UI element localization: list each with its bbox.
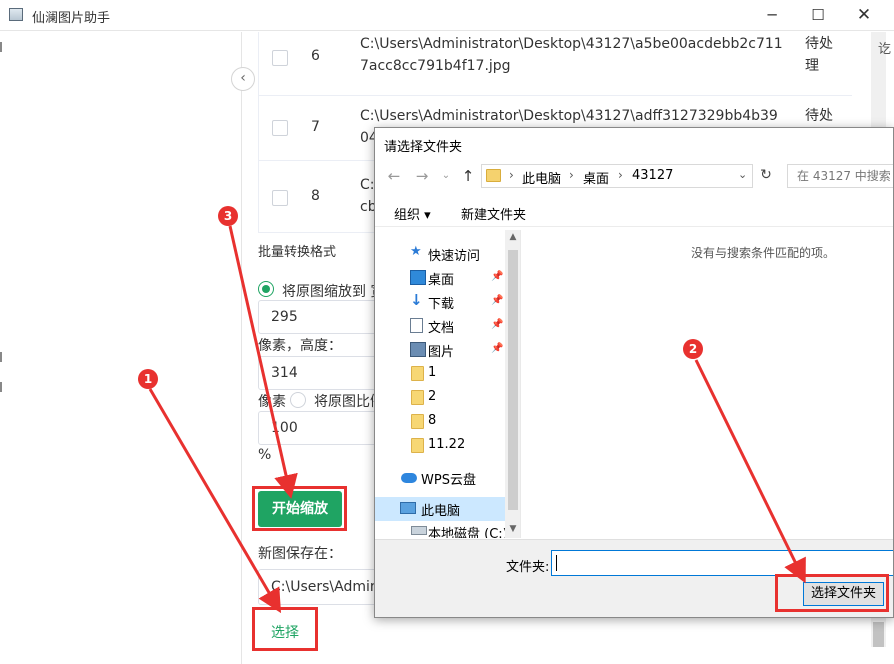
- table-row: 6 C:\Users\Administrator\Desktop\43127\a…: [259, 32, 852, 96]
- row-checkbox[interactable]: [272, 120, 288, 136]
- scroll-down-icon[interactable]: ▼: [505, 524, 520, 534]
- organize-button[interactable]: 组织 ▾: [394, 204, 431, 223]
- row-index: 7: [311, 119, 320, 135]
- pixel-label: 像素: [258, 394, 286, 410]
- nav-item-documents[interactable]: 文档 📌: [375, 314, 505, 338]
- maximize-button[interactable]: ☐: [795, 0, 841, 31]
- row-status: 待处理: [805, 36, 833, 74]
- save-to-label: 新图保存在：: [258, 546, 342, 562]
- minimize-button[interactable]: ─: [749, 0, 795, 31]
- text-caret: [556, 555, 557, 571]
- star-icon: ★: [410, 244, 422, 259]
- forward-arrow-icon[interactable]: →: [413, 166, 431, 186]
- main-scrollbar-thumb[interactable]: [873, 622, 884, 647]
- nav-item-folder-11-22[interactable]: 11.22: [375, 434, 505, 458]
- back-arrow-icon[interactable]: ←: [385, 166, 403, 186]
- pin-icon: 📌: [491, 343, 504, 354]
- folder-icon: [411, 414, 424, 429]
- breadcrumb-43127[interactable]: 43127: [632, 168, 673, 183]
- breadcrumb-separator: ›: [618, 168, 623, 182]
- search-input[interactable]: 在 43127 中搜索: [787, 164, 893, 188]
- nav-pane-scrollbar-thumb[interactable]: [508, 250, 518, 510]
- cloud-icon: [401, 473, 417, 483]
- pin-icon: 📌: [491, 271, 504, 282]
- breadcrumb-this-pc[interactable]: 此电脑: [522, 168, 561, 187]
- annotation-badge-2: 2: [683, 339, 703, 359]
- dialog-title: 请选择文件夹: [384, 140, 463, 155]
- left-panel: [0, 32, 242, 664]
- nav-item-folder-1[interactable]: 1: [375, 362, 505, 386]
- pin-icon: 📌: [491, 295, 504, 306]
- address-bar[interactable]: › 此电脑 › 桌面 › 43127 ⌄: [481, 164, 753, 188]
- nav-item-folder-2[interactable]: 2: [375, 386, 505, 410]
- select-folder-dialog: 请选择文件夹 ← → ⌄ ↑ › 此电脑 › 桌面 › 43127 ⌄ ↻ 在 …: [374, 127, 894, 618]
- left-edge-mark: [0, 382, 2, 392]
- row-checkbox[interactable]: [272, 190, 288, 206]
- folder-icon: [411, 390, 424, 405]
- computer-icon: [400, 502, 416, 514]
- folder-icon: [411, 438, 424, 453]
- height-input[interactable]: 314: [258, 356, 378, 390]
- highlight-start-button: [252, 486, 347, 531]
- document-icon: [410, 318, 423, 333]
- collapse-sidebar-button[interactable]: ‹: [231, 67, 255, 91]
- desktop-icon: [410, 270, 426, 285]
- navigation-pane: ★ 快速访问 桌面 📌 ↓ 下载 📌 文档 📌 图片 📌 1 2 8 11.22…: [375, 230, 521, 538]
- picture-icon: [410, 342, 426, 357]
- left-edge-mark: [0, 42, 2, 52]
- folder-field-label: 文件夹:: [506, 560, 550, 575]
- nav-pane-scrollbar[interactable]: ▲ ▼: [505, 230, 520, 538]
- close-button[interactable]: ✕: [841, 0, 887, 31]
- download-icon: ↓: [410, 291, 423, 309]
- breadcrumb-separator: ›: [569, 168, 574, 182]
- highlight-select-folder-button: [775, 574, 889, 612]
- scale-by-ratio-radio[interactable]: [290, 392, 306, 408]
- left-edge-mark: [0, 352, 2, 362]
- window-title: 仙澜图片助手: [32, 11, 111, 26]
- nav-item-desktop[interactable]: 桌面 📌: [375, 266, 505, 290]
- toolbar-divider: [375, 226, 893, 227]
- edge-text: 讫: [878, 42, 892, 57]
- nav-item-pictures[interactable]: 图片 📌: [375, 338, 505, 362]
- row-checkbox[interactable]: [272, 50, 288, 66]
- row-index: 6: [311, 48, 320, 64]
- pin-icon: 📌: [491, 319, 504, 330]
- nav-item-folder-8[interactable]: 8: [375, 410, 505, 434]
- annotation-badge-1: 1: [138, 369, 158, 389]
- title-bar: 仙澜图片助手 ─ ☐ ✕: [0, 0, 894, 31]
- disk-icon: [411, 526, 427, 535]
- chevron-down-icon[interactable]: ⌄: [738, 168, 747, 181]
- nav-item-this-pc[interactable]: 此电脑: [375, 497, 505, 521]
- recent-locations-icon[interactable]: ⌄: [437, 166, 455, 186]
- scale-to-size-radio[interactable]: [258, 281, 274, 297]
- percent-input[interactable]: 100: [258, 411, 378, 445]
- empty-results-message: 没有与搜索条件匹配的项。: [691, 246, 836, 260]
- breadcrumb-desktop[interactable]: 桌面: [583, 168, 609, 187]
- folder-icon: [486, 169, 501, 182]
- batch-convert-label: 批量转换格式: [258, 245, 337, 260]
- width-input[interactable]: 295: [258, 300, 378, 334]
- refresh-icon[interactable]: ↻: [755, 164, 777, 188]
- percent-sign: %: [258, 447, 272, 463]
- nav-item-downloads[interactable]: ↓ 下载 📌: [375, 290, 505, 314]
- breadcrumb-separator: ›: [509, 168, 514, 182]
- height-label: 像素，高度：: [258, 338, 342, 354]
- folder-name-input[interactable]: [551, 550, 893, 576]
- row-file-path: C:\Users\Administrator\Desktop\43127\a5b…: [360, 36, 783, 74]
- scroll-up-icon[interactable]: ▲: [505, 232, 520, 242]
- save-path-input[interactable]: C:\Users\Admin: [258, 569, 378, 605]
- nav-item-local-disk-c[interactable]: 本地磁盘 (C:): [375, 520, 508, 538]
- nav-item-wps-cloud[interactable]: WPS云盘: [375, 466, 505, 490]
- up-arrow-icon[interactable]: ↑: [459, 166, 477, 186]
- highlight-choose-link: [252, 607, 318, 651]
- scale-to-size-label: 将原图缩放到 宽: [282, 284, 385, 300]
- app-icon: [9, 8, 23, 21]
- annotation-badge-3: 3: [218, 206, 238, 226]
- folder-icon: [411, 366, 424, 381]
- nav-item-quick-access[interactable]: ★ 快速访问: [375, 242, 505, 266]
- new-folder-button[interactable]: 新建文件夹: [461, 204, 526, 223]
- row-index: 8: [311, 188, 320, 204]
